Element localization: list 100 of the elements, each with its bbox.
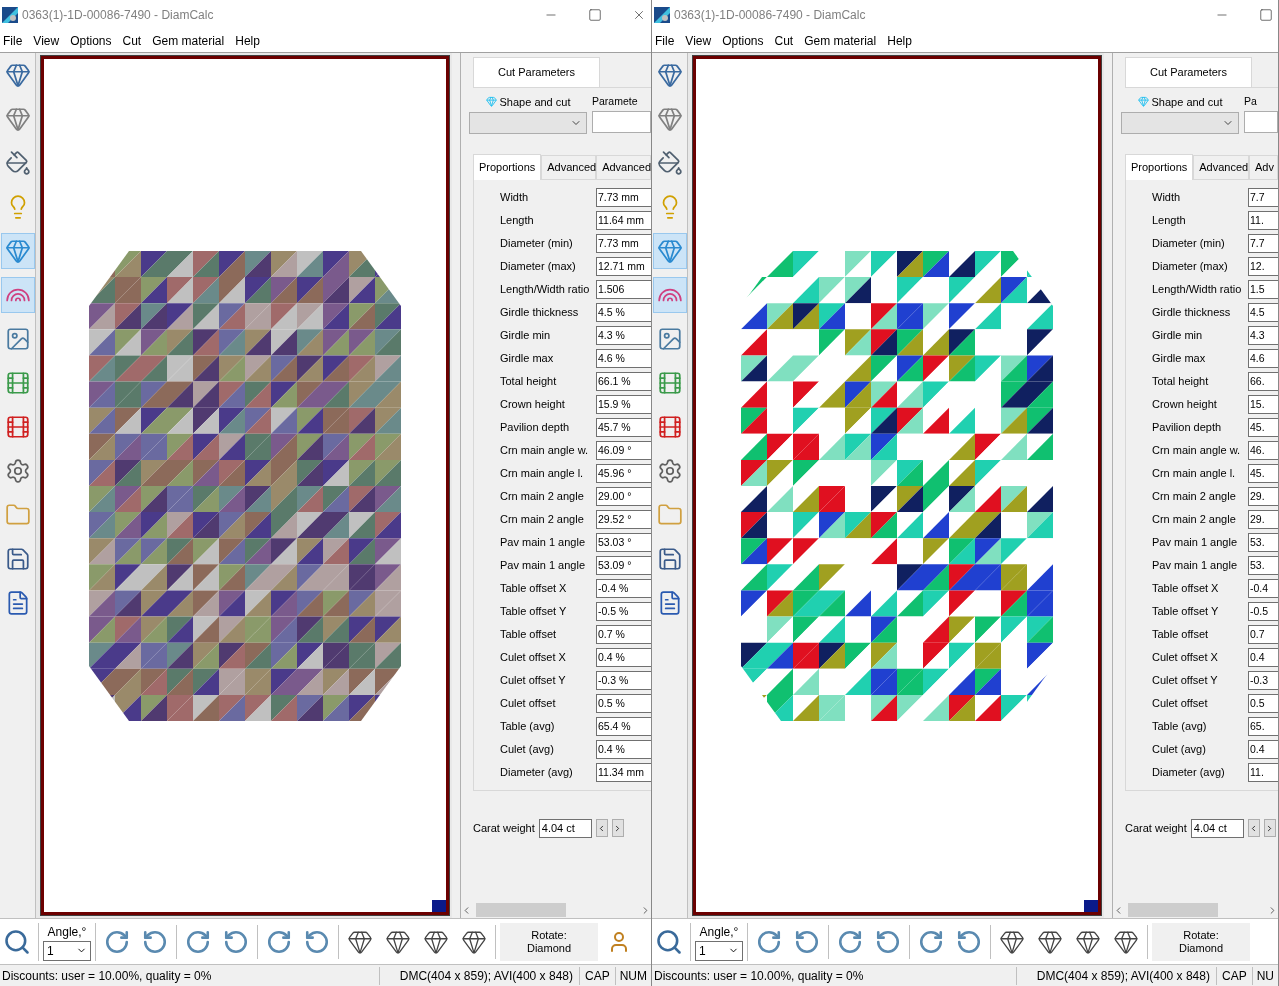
rotate-mode-value: Diamond bbox=[1179, 941, 1223, 955]
panel-tab[interactable]: Cut Parameters bbox=[1125, 57, 1253, 87]
parameter-field[interactable]: 66.1 % bbox=[596, 371, 651, 391]
menu-item[interactable]: Options bbox=[67, 32, 115, 50]
parameter-field[interactable]: 11. bbox=[1248, 210, 1278, 230]
parameter-field[interactable]: 46. bbox=[1248, 440, 1278, 460]
parameter-field[interactable]: 45.7 % bbox=[596, 417, 651, 437]
parameter-field[interactable]: 0.7 bbox=[1248, 624, 1278, 644]
carat-weight-field[interactable]: 4.04 ct bbox=[538, 818, 592, 838]
parameter-field[interactable]: -0.5 % bbox=[596, 601, 651, 621]
gem-tool-button[interactable] bbox=[0, 233, 35, 269]
parameter-field[interactable]: -0.4 bbox=[1248, 578, 1278, 598]
parameter-field[interactable]: 65. bbox=[1248, 716, 1278, 736]
parameter-field[interactable]: 7.73 mm bbox=[596, 233, 651, 253]
proportions-tab[interactable]: Advanced bbox=[541, 155, 597, 180]
parameter-field[interactable]: 4.5 % bbox=[596, 302, 651, 322]
parameter-field[interactable]: 53.09 ° bbox=[596, 555, 651, 575]
parameters-field[interactable] bbox=[1244, 111, 1278, 134]
parameter-field[interactable]: 11.34 mm bbox=[596, 762, 651, 782]
proportions-tab[interactable]: Advanced bbox=[1193, 155, 1250, 180]
parameter-label: Diameter (min) bbox=[500, 235, 574, 251]
parameter-field[interactable]: -0.4 % bbox=[596, 578, 651, 598]
parameter-field[interactable]: 45.96 ° bbox=[596, 463, 651, 483]
decrease-button[interactable] bbox=[1247, 819, 1260, 837]
proportions-tab[interactable]: Proportions bbox=[1125, 154, 1194, 180]
parameter-field[interactable]: 7.73 mm bbox=[596, 187, 651, 207]
horizontal-scrollbar[interactable] bbox=[461, 902, 651, 918]
carat-weight-field[interactable]: 4.04 ct bbox=[1190, 818, 1244, 838]
parameter-field[interactable]: 4.6 bbox=[1248, 348, 1278, 368]
parameter-field[interactable]: -0.5 bbox=[1248, 601, 1278, 621]
parameter-field[interactable]: -0.3 bbox=[1248, 670, 1278, 690]
menu-item[interactable]: Cut bbox=[771, 32, 797, 50]
parameter-field[interactable]: 29. bbox=[1248, 486, 1278, 506]
parameter-field[interactable]: 0.7 % bbox=[596, 624, 651, 644]
parameter-label: Culet offset X bbox=[500, 649, 567, 665]
proportions-tab[interactable]: Advanced bbox=[596, 155, 651, 180]
parameter-field[interactable]: 4.5 bbox=[1248, 302, 1278, 322]
angle-dropdown[interactable]: 1 bbox=[695, 940, 743, 961]
parameter-field[interactable]: 53.03 ° bbox=[596, 532, 651, 552]
menu-item[interactable]: File bbox=[652, 32, 678, 50]
proportions-tab[interactable]: Adv bbox=[1249, 155, 1278, 180]
picture-icon bbox=[4, 326, 31, 352]
parameter-field[interactable]: 29.52 ° bbox=[596, 509, 651, 529]
parameter-label: Culet offset bbox=[500, 695, 557, 711]
parameter-field[interactable]: 53. bbox=[1248, 532, 1278, 552]
parameter-field[interactable]: 0.4 % bbox=[596, 739, 651, 759]
parameter-field[interactable]: 7.7 bbox=[1248, 187, 1278, 207]
parameters-field[interactable] bbox=[592, 111, 651, 134]
parameter-label: Table offset X bbox=[500, 580, 568, 596]
parameter-field[interactable]: 0.4 bbox=[1248, 647, 1278, 667]
parameter-field[interactable]: 1.506 bbox=[596, 279, 651, 299]
menu-item[interactable]: File bbox=[0, 32, 26, 50]
parameter-field[interactable]: 4.3 % bbox=[596, 325, 651, 345]
parameter-field[interactable]: 53. bbox=[1248, 555, 1278, 575]
increase-button[interactable] bbox=[611, 819, 624, 837]
parameter-field[interactable]: -0.3 % bbox=[596, 670, 651, 690]
parameter-field[interactable]: 1.5 bbox=[1248, 279, 1278, 299]
scroll-right-icon[interactable] bbox=[1267, 904, 1278, 916]
menu-item[interactable]: Help bbox=[232, 32, 263, 50]
menu-item[interactable]: Options bbox=[719, 32, 767, 50]
gem-tool-button[interactable] bbox=[652, 233, 687, 269]
parameter-field[interactable]: 0.5 % bbox=[596, 693, 651, 713]
parameter-label: Girdle min bbox=[500, 327, 552, 343]
parameter-field[interactable]: 12.71 mm bbox=[596, 256, 651, 276]
decrease-button[interactable] bbox=[595, 819, 608, 837]
menu-item[interactable]: Gem material bbox=[801, 32, 880, 50]
rainbow-tool-button[interactable] bbox=[652, 277, 687, 313]
parameter-field[interactable]: 65.4 % bbox=[596, 716, 651, 736]
close-icon bbox=[632, 8, 646, 22]
parameter-field[interactable]: 0.4 % bbox=[596, 647, 651, 667]
horizontal-scrollbar[interactable] bbox=[1113, 902, 1278, 918]
parameter-field[interactable]: 0.4 bbox=[1248, 739, 1278, 759]
parameter-field[interactable]: 11. bbox=[1248, 762, 1278, 782]
parameter-label: Crn main angle l. bbox=[1152, 465, 1237, 481]
menu-item[interactable]: Gem material bbox=[149, 32, 228, 50]
parameter-field[interactable]: 4.3 bbox=[1248, 325, 1278, 345]
parameter-field[interactable]: 45. bbox=[1248, 463, 1278, 483]
parameter-field[interactable]: 7.7 bbox=[1248, 233, 1278, 253]
rainbow-tool-button[interactable] bbox=[0, 277, 35, 313]
parameter-field[interactable]: 12. bbox=[1248, 256, 1278, 276]
menu-item[interactable]: View bbox=[682, 32, 715, 50]
resize-handle-icon[interactable] bbox=[1084, 900, 1098, 912]
parameter-field[interactable]: 15. bbox=[1248, 394, 1278, 414]
menu-item[interactable]: Help bbox=[884, 32, 915, 50]
menu-item[interactable]: View bbox=[30, 32, 63, 50]
menu-item[interactable]: Cut bbox=[119, 32, 145, 50]
parameter-field[interactable]: 29.00 ° bbox=[596, 486, 651, 506]
parameter-field[interactable]: 66. bbox=[1248, 371, 1278, 391]
parameter-field[interactable]: 15.9 % bbox=[596, 394, 651, 414]
parameter-field[interactable]: 45. bbox=[1248, 417, 1278, 437]
parameter-field[interactable]: 4.6 % bbox=[596, 348, 651, 368]
parameter-field[interactable]: 29. bbox=[1248, 509, 1278, 529]
resize-handle-icon[interactable] bbox=[432, 900, 446, 912]
increase-button[interactable] bbox=[1263, 819, 1276, 837]
panel-tab[interactable]: Cut Parameters bbox=[473, 57, 601, 87]
proportions-tab[interactable]: Proportions bbox=[473, 154, 542, 180]
parameter-field[interactable]: 0.5 bbox=[1248, 693, 1278, 713]
angle-dropdown[interactable]: 1 bbox=[43, 940, 91, 961]
parameter-field[interactable]: 46.09 ° bbox=[596, 440, 651, 460]
parameter-field[interactable]: 11.64 mm bbox=[596, 210, 651, 230]
